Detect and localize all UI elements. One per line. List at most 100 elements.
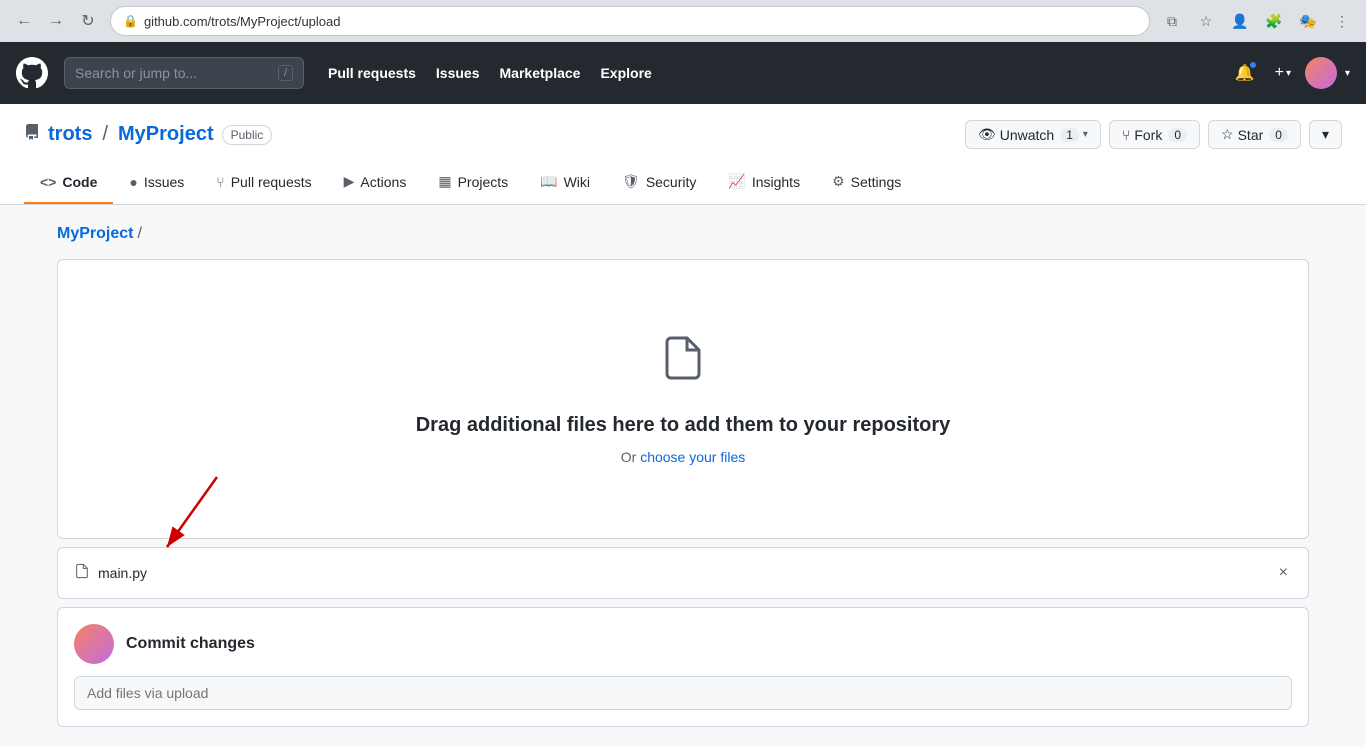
repo-icon bbox=[24, 124, 40, 145]
tab-actions[interactable]: ▶ Actions bbox=[328, 161, 423, 204]
eye-icon: 👁 bbox=[978, 126, 996, 143]
nav-links: Pull requests Issues Marketplace Explore bbox=[320, 59, 660, 87]
issues-icon: ● bbox=[129, 174, 137, 190]
repo-actions: 👁 Unwatch 1 ▾ ⑂ Fork 0 ☆ Star 0 ▾ bbox=[965, 120, 1342, 149]
nav-marketplace[interactable]: Marketplace bbox=[492, 59, 589, 87]
star-label: Star bbox=[1238, 127, 1264, 143]
tab-projects[interactable]: ▦ Projects bbox=[422, 161, 524, 204]
fork-button[interactable]: ⑂ Fork 0 bbox=[1109, 120, 1200, 149]
insights-icon: 📈 bbox=[728, 173, 745, 190]
fork-count: 0 bbox=[1168, 128, 1187, 142]
commit-avatar bbox=[74, 624, 114, 664]
browser-actions: ⧉ ☆ 👤 🧩 🎭 ⋮ bbox=[1158, 7, 1356, 35]
commit-section: Commit changes bbox=[57, 607, 1309, 727]
more-button[interactable]: ▾ bbox=[1309, 120, 1342, 149]
lock-icon: 🔒 bbox=[123, 14, 138, 28]
star-button[interactable]: ☆ Star 0 bbox=[1208, 120, 1301, 149]
back-button[interactable]: ← bbox=[10, 7, 38, 35]
repo-name-link[interactable]: MyProject bbox=[118, 123, 214, 146]
tab-code[interactable]: <> Code bbox=[24, 161, 113, 204]
extensions-button[interactable]: ⧉ bbox=[1158, 7, 1186, 35]
repo-separator: / bbox=[102, 123, 108, 146]
tab-wiki-label: Wiki bbox=[564, 174, 590, 190]
fork-icon: ⑂ bbox=[1122, 127, 1130, 143]
tab-security[interactable]: 🛡 Security bbox=[606, 161, 712, 204]
repo-header: trots / MyProject Public 👁 Unwatch 1 ▾ ⑂… bbox=[0, 104, 1366, 205]
notification-dot bbox=[1249, 61, 1257, 69]
notifications-button[interactable]: 🔔 bbox=[1229, 57, 1261, 89]
pr-icon: ⑂ bbox=[216, 174, 224, 190]
tab-settings-label: Settings bbox=[851, 174, 902, 190]
upload-drop-area[interactable]: Drag additional files here to add them t… bbox=[57, 259, 1309, 539]
tab-issues-label: Issues bbox=[144, 174, 184, 190]
plus-sign: + bbox=[1275, 64, 1284, 82]
caret-down: ▾ bbox=[1286, 68, 1291, 79]
main-content: MyProject / Drag additional files here t… bbox=[33, 205, 1333, 747]
file-icon bbox=[74, 563, 90, 584]
avatar-button[interactable]: 🎭 bbox=[1294, 7, 1322, 35]
settings-icon: ⚙ bbox=[832, 173, 845, 190]
fork-label: Fork bbox=[1134, 127, 1162, 143]
file-upload-icon bbox=[659, 334, 707, 394]
browser-nav-buttons: ← → ↻ bbox=[10, 7, 102, 35]
browser-chrome: ← → ↻ 🔒 github.com/trots/MyProject/uploa… bbox=[0, 0, 1366, 42]
forward-button[interactable]: → bbox=[42, 7, 70, 35]
puzzle-button[interactable]: 🧩 bbox=[1260, 7, 1288, 35]
tab-issues[interactable]: ● Issues bbox=[113, 161, 200, 204]
address-bar[interactable]: 🔒 github.com/trots/MyProject/upload bbox=[110, 6, 1150, 36]
wiki-icon: 📖 bbox=[540, 173, 557, 190]
nav-pull-requests[interactable]: Pull requests bbox=[320, 59, 424, 87]
file-item: main.py × bbox=[57, 547, 1309, 599]
search-text: Search or jump to... bbox=[75, 65, 270, 81]
commit-header: Commit changes bbox=[74, 624, 1292, 664]
tab-settings[interactable]: ⚙ Settings bbox=[816, 161, 917, 204]
code-icon: <> bbox=[40, 174, 56, 190]
avatar-caret: ▾ bbox=[1345, 68, 1350, 79]
create-button[interactable]: + ▾ bbox=[1269, 60, 1297, 86]
commit-message-input[interactable] bbox=[74, 676, 1292, 710]
tab-code-label: Code bbox=[62, 174, 97, 190]
search-bar[interactable]: Search or jump to... / bbox=[64, 57, 304, 89]
tab-insights-label: Insights bbox=[752, 174, 800, 190]
watch-caret: ▾ bbox=[1083, 129, 1088, 140]
watch-count: 1 bbox=[1060, 128, 1079, 142]
upload-subtitle: Or choose your files bbox=[621, 449, 746, 465]
tab-wiki[interactable]: 📖 Wiki bbox=[524, 161, 606, 204]
tab-pull-requests[interactable]: ⑂ Pull requests bbox=[200, 161, 327, 204]
github-logo[interactable] bbox=[16, 57, 48, 89]
upload-title: Drag additional files here to add them t… bbox=[416, 414, 951, 437]
address-url: github.com/trots/MyProject/upload bbox=[144, 14, 341, 29]
nav-issues[interactable]: Issues bbox=[428, 59, 488, 87]
nav-explore[interactable]: Explore bbox=[592, 59, 659, 87]
star-icon: ☆ bbox=[1221, 126, 1234, 143]
user-avatar[interactable] bbox=[1305, 57, 1337, 89]
repo-title-row: trots / MyProject Public 👁 Unwatch 1 ▾ ⑂… bbox=[24, 120, 1342, 149]
watch-label: Unwatch bbox=[1000, 127, 1054, 143]
tab-projects-label: Projects bbox=[458, 174, 509, 190]
bookmark-button[interactable]: ☆ bbox=[1192, 7, 1220, 35]
projects-icon: ▦ bbox=[438, 173, 451, 190]
repo-owner-link[interactable]: trots bbox=[48, 123, 92, 146]
choose-files-link[interactable]: choose your files bbox=[640, 449, 745, 465]
breadcrumb-separator: / bbox=[137, 225, 141, 243]
upload-subtitle-prefix: Or bbox=[621, 449, 640, 465]
tab-pr-label: Pull requests bbox=[231, 174, 312, 190]
security-icon: 🛡 bbox=[622, 173, 640, 190]
star-count: 0 bbox=[1269, 128, 1288, 142]
watch-button[interactable]: 👁 Unwatch 1 ▾ bbox=[965, 120, 1101, 149]
breadcrumb-repo-link[interactable]: MyProject bbox=[57, 225, 133, 243]
commit-title: Commit changes bbox=[126, 635, 255, 653]
tab-insights[interactable]: 📈 Insights bbox=[712, 161, 816, 204]
search-slash: / bbox=[278, 65, 293, 81]
reload-button[interactable]: ↻ bbox=[74, 7, 102, 35]
profile-button[interactable]: 👤 bbox=[1226, 7, 1254, 35]
tab-actions-label: Actions bbox=[360, 174, 406, 190]
tab-security-label: Security bbox=[646, 174, 697, 190]
file-name: main.py bbox=[98, 565, 1267, 581]
repo-visibility-badge: Public bbox=[222, 125, 273, 145]
remove-file-button[interactable]: × bbox=[1275, 560, 1292, 586]
actions-icon: ▶ bbox=[344, 173, 355, 190]
menu-button[interactable]: ⋮ bbox=[1328, 7, 1356, 35]
navbar-right: 🔔 + ▾ ▾ bbox=[1229, 57, 1350, 89]
file-section: main.py × bbox=[57, 547, 1309, 599]
